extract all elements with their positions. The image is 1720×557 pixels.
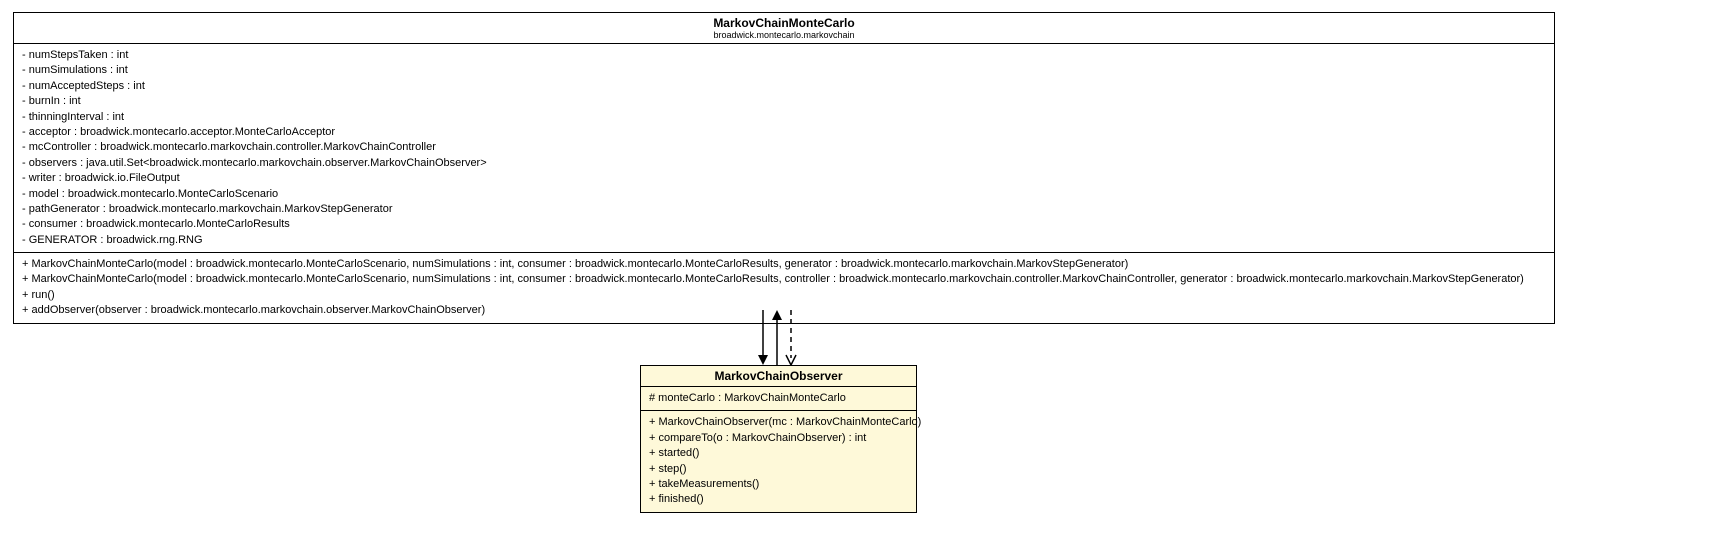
class-name: MarkovChainMonteCarlo (22, 16, 1546, 30)
class-name: MarkovChainObserver (649, 369, 908, 383)
method: + takeMeasurements() (649, 477, 908, 492)
class-package: broadwick.montecarlo.markovchain (22, 30, 1546, 40)
attribute: - thinningInterval : int (22, 110, 1546, 125)
attribute: - writer : broadwick.io.FileOutput (22, 171, 1546, 186)
method: + run() (22, 288, 1546, 303)
method: + finished() (649, 492, 908, 507)
method: + step() (649, 462, 908, 477)
attribute: - consumer : broadwick.montecarlo.MonteC… (22, 217, 1546, 232)
attributes-section: # monteCarlo : MarkovChainMonteCarlo (641, 387, 916, 411)
attribute: - pathGenerator : broadwick.montecarlo.m… (22, 202, 1546, 217)
attribute: - numStepsTaken : int (22, 48, 1546, 63)
uml-class-markovchainmontecarlo: MarkovChainMonteCarlo broadwick.montecar… (13, 12, 1555, 324)
attribute: # monteCarlo : MarkovChainMonteCarlo (649, 391, 908, 406)
attribute: - numSimulations : int (22, 63, 1546, 78)
attributes-section: - numStepsTaken : int - numSimulations :… (14, 44, 1554, 253)
attribute: - numAcceptedSteps : int (22, 79, 1546, 94)
attribute: - observers : java.util.Set<broadwick.mo… (22, 156, 1546, 171)
method: + MarkovChainMonteCarlo(model : broadwic… (22, 272, 1546, 287)
uml-class-markovchainobserver: MarkovChainObserver # monteCarlo : Marko… (640, 365, 917, 513)
attribute: - acceptor : broadwick.montecarlo.accept… (22, 125, 1546, 140)
method: + MarkovChainMonteCarlo(model : broadwic… (22, 257, 1546, 272)
methods-section: + MarkovChainObserver(mc : MarkovChainMo… (641, 411, 916, 511)
attribute: - burnIn : int (22, 94, 1546, 109)
attribute: - model : broadwick.montecarlo.MonteCarl… (22, 187, 1546, 202)
attribute: - mcController : broadwick.montecarlo.ma… (22, 140, 1546, 155)
uml-connectors (755, 310, 805, 365)
method: + compareTo(o : MarkovChainObserver) : i… (649, 431, 908, 446)
method: + started() (649, 446, 908, 461)
class-header: MarkovChainObserver (641, 366, 916, 387)
attribute: - GENERATOR : broadwick.rng.RNG (22, 233, 1546, 248)
method: + MarkovChainObserver(mc : MarkovChainMo… (649, 415, 908, 430)
class-header: MarkovChainMonteCarlo broadwick.montecar… (14, 13, 1554, 44)
